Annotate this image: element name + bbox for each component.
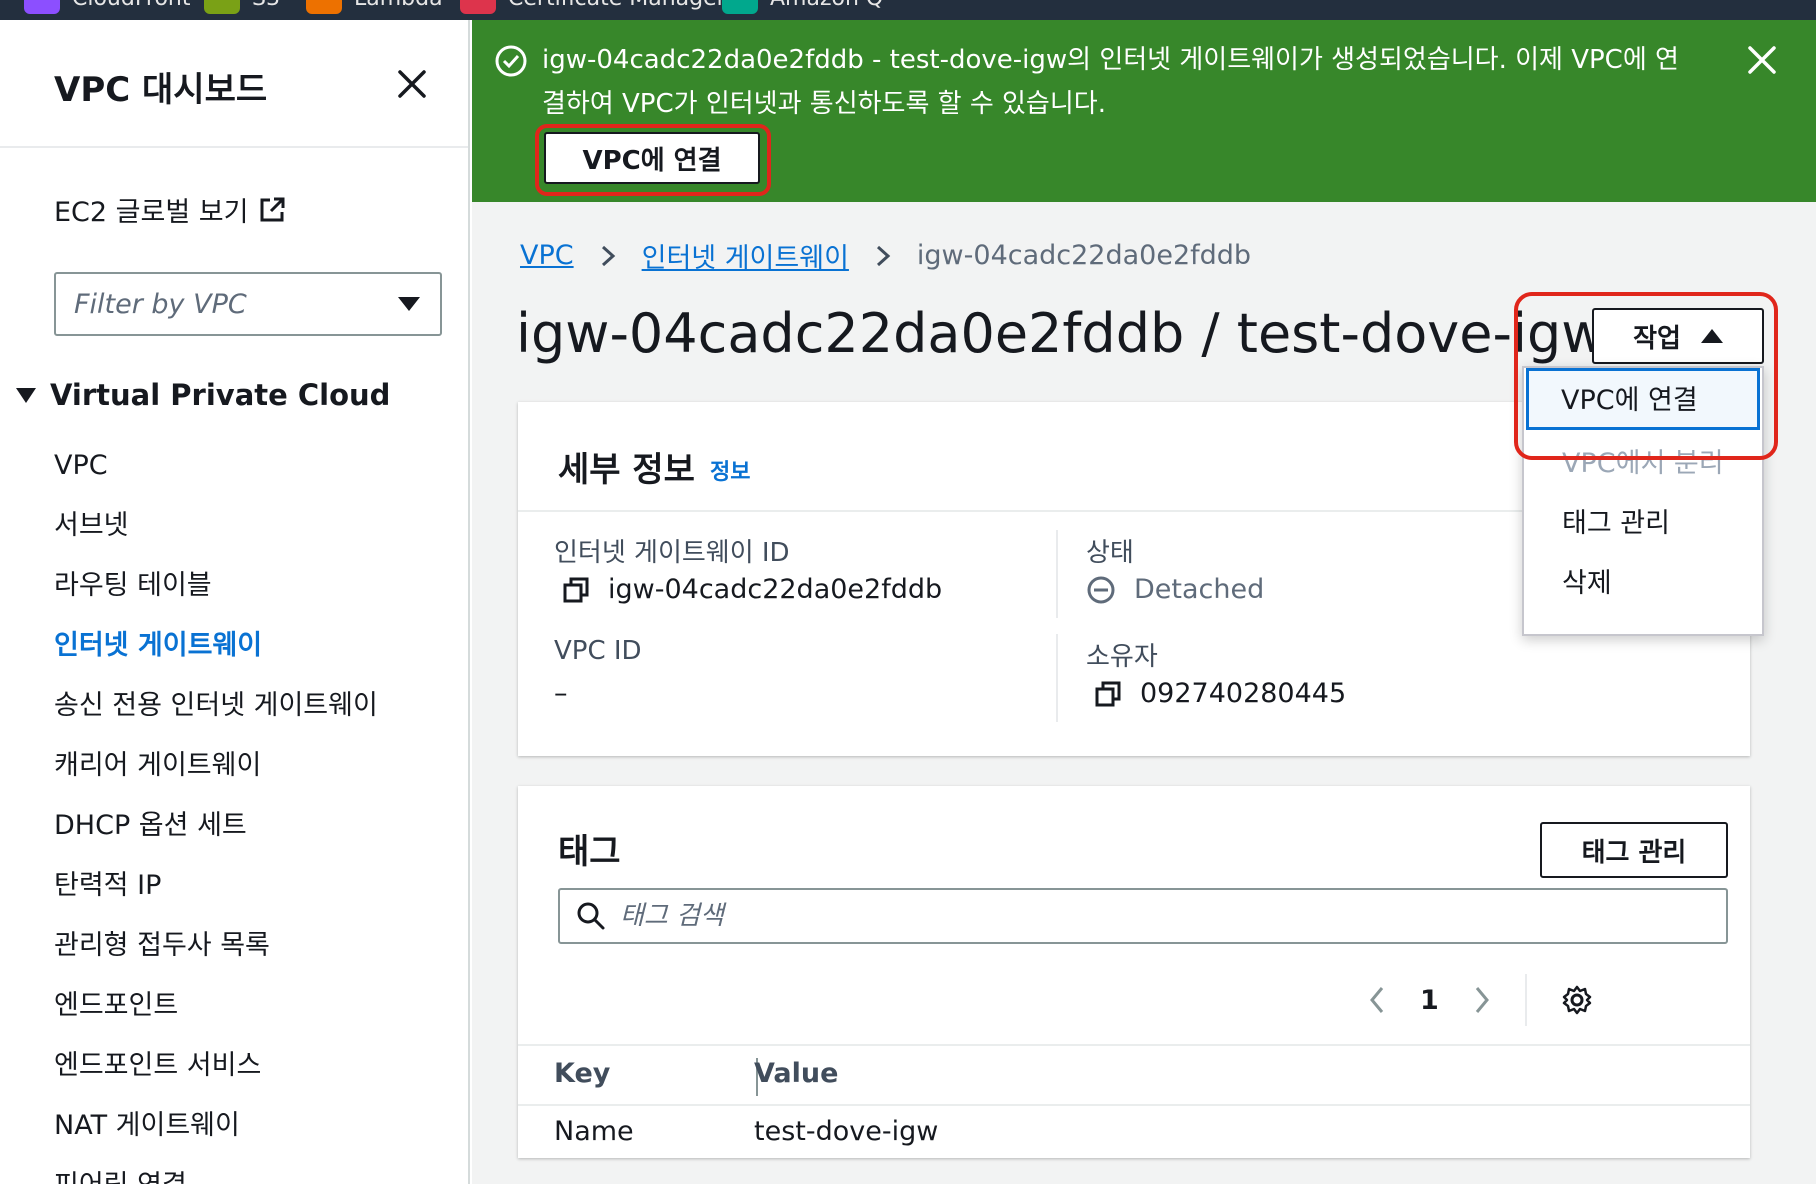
lambda-icon (306, 0, 342, 14)
copy-icon[interactable] (1094, 680, 1122, 708)
sidebar-item-peering-connections[interactable]: 피어링 연결 (54, 1156, 378, 1184)
page-title: igw-04cadc22da0e2fddb / test-dove-igw (516, 302, 1606, 365)
breadcrumb-vpc-link[interactable]: VPC (520, 240, 574, 271)
chevron-right-icon[interactable] (1473, 985, 1491, 1015)
column-header-value[interactable]: Value (754, 1058, 838, 1089)
owner-value: 092740280445 (1094, 678, 1346, 709)
column-header-key[interactable]: Key (554, 1058, 610, 1089)
sidebar-item-elastic-ips[interactable]: 탄력적 IP (54, 856, 378, 916)
owner-text: 092740280445 (1140, 678, 1347, 709)
pagination: 1 (1368, 974, 1593, 1026)
chevron-right-icon (601, 245, 615, 266)
vpc-filter-placeholder: Filter by VPC (74, 288, 247, 320)
details-title: 세부 정보 (558, 450, 695, 490)
flash-message: igw-04cadc22da0e2fddb - test-dove-igw의 인… (542, 45, 1679, 119)
bookmark-s3[interactable]: S3 (204, 0, 280, 20)
sidebar-item-subnets[interactable]: 서브넷 (54, 496, 378, 556)
s3-icon (204, 0, 240, 14)
dismiss-icon[interactable] (1744, 42, 1780, 78)
cloudfront-icon (24, 0, 60, 14)
breadcrumb-current: igw-04cadc22da0e2fddb (916, 240, 1252, 271)
expand-triangle-icon (16, 387, 36, 403)
sidebar-item-endpoints[interactable]: 엔드포인트 (54, 976, 378, 1036)
highlight-box-actions (1514, 292, 1778, 460)
main-content: igw-04cadc22da0e2fddb - test-dove-igw의 인… (472, 20, 1816, 1184)
column-divider (1056, 634, 1058, 722)
sidebar-item-dhcp-option-sets[interactable]: DHCP 옵션 세트 (54, 796, 378, 856)
sidebar: VPC 대시보드 EC2 글로벌 보기 Filter by VPC Virtua… (0, 20, 470, 1184)
sidebar-item-internet-gateways[interactable]: 인터넷 게이트웨이 (54, 616, 378, 676)
chevron-right-icon (876, 245, 891, 266)
tags-title: 태그 (558, 832, 621, 872)
state-label: 상태 (1086, 538, 1134, 568)
menu-item-delete[interactable]: 삭제 (1524, 554, 1762, 614)
sidebar-item-nat-gateways[interactable]: NAT 게이트웨이 (54, 1096, 378, 1156)
igw-id-label: 인터넷 게이트웨이 ID (554, 538, 790, 568)
breadcrumb: VPC 인터넷 게이트웨이 igw-04cadc22da0e2fddb (520, 236, 1251, 275)
ec2-global-view-label: EC2 글로벌 보기 (54, 197, 249, 228)
sidebar-header: VPC 대시보드 (0, 20, 468, 148)
bookmark-certificate-manager[interactable]: Certificate Manager (460, 0, 726, 20)
sidebar-section-label: Virtual Private Cloud (50, 378, 391, 412)
search-icon (577, 902, 605, 930)
sidebar-item-route-tables[interactable]: 라우팅 테이블 (54, 556, 378, 616)
external-link-icon (260, 197, 285, 221)
amazon-q-icon (722, 0, 758, 14)
gear-icon[interactable] (1561, 984, 1593, 1016)
vpc-id-text: – (554, 678, 568, 709)
sidebar-nav: VPC 서브넷 라우팅 테이블 인터넷 게이트웨이 송신 전용 인터넷 게이트웨… (54, 436, 378, 1184)
vpc-id-value: – (554, 678, 568, 709)
copy-icon[interactable] (562, 576, 590, 604)
sidebar-item-egress-only-igw[interactable]: 송신 전용 인터넷 게이트웨이 (54, 676, 378, 736)
sidebar-item-managed-prefix-lists[interactable]: 관리형 접두사 목록 (54, 916, 378, 976)
vpc-id-label: VPC ID (554, 636, 642, 666)
sidebar-item-endpoint-services[interactable]: 엔드포인트 서비스 (54, 1036, 378, 1096)
success-flash-banner: igw-04cadc22da0e2fddb - test-dove-igw의 인… (472, 20, 1816, 202)
bookmark-lambda[interactable]: Lambda (306, 0, 443, 20)
sidebar-section-vpc[interactable]: Virtual Private Cloud (16, 378, 390, 412)
sidebar-item-vpc[interactable]: VPC (54, 436, 378, 496)
highlight-box-flash-button (535, 124, 771, 196)
sidebar-item-carrier-gateways[interactable]: 캐리어 게이트웨이 (54, 736, 378, 796)
certificate-manager-icon (460, 0, 496, 14)
tag-value-cell: test-dove-igw (754, 1116, 939, 1147)
table-row: Name test-dove-igw (518, 1106, 1750, 1158)
info-link[interactable]: 정보 (710, 454, 750, 486)
close-icon[interactable] (392, 64, 432, 104)
owner-label: 소유자 (1086, 642, 1158, 672)
manage-tags-button[interactable]: 태그 관리 (1540, 822, 1728, 878)
stopped-status-icon (1087, 576, 1115, 603)
state-value: Detached (1086, 574, 1264, 605)
tags-table-header: Key Value (518, 1044, 1750, 1106)
success-check-icon (495, 45, 527, 77)
igw-id-text: igw-04cadc22da0e2fddb (608, 574, 943, 605)
tag-key-cell: Name (554, 1116, 634, 1147)
bookmarks-bar: CloudFront S3 Lambda Certificate Manager… (0, 0, 1816, 20)
menu-item-manage-tags[interactable]: 태그 관리 (1524, 494, 1762, 554)
ec2-global-view-link[interactable]: EC2 글로벌 보기 (54, 190, 286, 229)
tag-search-input[interactable] (620, 901, 1520, 931)
breadcrumb-igw-link[interactable]: 인터넷 게이트웨이 (642, 236, 849, 275)
column-divider (1056, 530, 1058, 618)
pagination-divider (1524, 974, 1527, 1026)
current-page[interactable]: 1 (1420, 985, 1439, 1016)
bookmark-cloudfront[interactable]: CloudFront (24, 0, 191, 20)
bookmark-amazon-q[interactable]: Amazon Q (722, 0, 883, 20)
caret-down-icon (398, 297, 420, 311)
tags-card: 태그 태그 관리 1 Key Value (518, 786, 1750, 1158)
tag-search-field[interactable] (558, 888, 1728, 944)
state-text: Detached (1134, 574, 1265, 605)
sidebar-title[interactable]: VPC 대시보드 (54, 62, 267, 111)
vpc-filter-select[interactable]: Filter by VPC (54, 272, 442, 336)
igw-id-value: igw-04cadc22da0e2fddb (562, 574, 942, 605)
chevron-left-icon[interactable] (1368, 985, 1386, 1015)
